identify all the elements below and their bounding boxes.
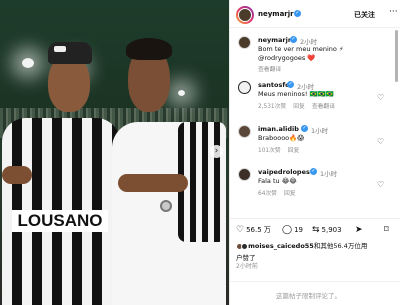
cap — [48, 42, 92, 64]
comment-meta: 101次赞 回复 — [258, 145, 306, 154]
repost-button[interactable]: ⇆ 5,903 — [312, 225, 342, 235]
commenter-username[interactable]: neymarjr — [258, 36, 291, 44]
arm — [2, 166, 32, 184]
comment-time: 1小时 — [320, 170, 338, 178]
comments-restricted-notice: 这篇帖子限制评论了。 — [276, 292, 341, 300]
comment-count: 19 — [294, 226, 303, 234]
commenter-avatar[interactable] — [238, 168, 251, 181]
repost-icon: ⇆ — [312, 225, 320, 235]
save-button[interactable]: ⌑ — [384, 225, 391, 235]
likes-count[interactable]: 64次赞 — [258, 191, 277, 197]
caption: neymarjr ✓ 2小时 Bom te ver meu menino ⚡ @… — [230, 36, 396, 73]
jersey-sponsor-logo: LOUSANO — [12, 210, 108, 232]
comment-input-area: 这篇帖子限制评论了。 — [230, 281, 400, 305]
more-options-icon[interactable]: ··· — [389, 7, 398, 17]
share-button[interactable]: ➤ — [355, 225, 365, 235]
next-photo-icon[interactable]: › — [210, 145, 223, 158]
verified-badge-icon: ✓ — [287, 81, 294, 88]
mention-link[interactable]: @rodrygogoes ❤️ — [258, 54, 315, 62]
post-actions-bar: ♡ 56.5 万 ◯ 19 ⇆ 5,903 ➤ ⌑ — [230, 218, 400, 238]
comment-meta: 2,531次赞 回复 查看翻译 — [258, 101, 342, 110]
like-button[interactable]: ♡ 56.5 万 — [236, 225, 271, 235]
verified-badge-icon: ✓ — [290, 36, 297, 43]
author-avatar[interactable] — [238, 8, 252, 22]
comment-item: iman.alidib ✓ 1小时 Braboooo🔥😱 101次赞 回复 ♡ — [230, 125, 396, 159]
arm — [118, 174, 188, 192]
commenter-username[interactable]: vaipedrolopes — [258, 168, 310, 176]
comments-list[interactable]: neymarjr ✓ 2小时 Bom te ver meu menino ⚡ @… — [230, 29, 396, 215]
heart-icon: ♡ — [236, 225, 245, 235]
like-count: 56.5 万 — [246, 226, 271, 234]
following-button[interactable]: 已关注 — [354, 10, 375, 20]
story-ring[interactable] — [236, 6, 254, 24]
post-photo[interactable]: LOUSANO › — [0, 0, 229, 305]
person-left: LOUSANO — [2, 40, 120, 305]
comment-text: Braboooo🔥😱 — [258, 134, 305, 142]
likes-count[interactable]: 2,531次赞 — [258, 104, 286, 110]
comment-text: Fala tu 😂😂 — [258, 177, 297, 185]
hair — [126, 38, 172, 60]
comment-text: Bom te ver meu menino ⚡ — [258, 45, 344, 53]
see-translation-link[interactable]: 查看翻译 — [258, 67, 281, 73]
likes-summary-text: 和其他56.4万位用 — [313, 242, 368, 250]
liker-username[interactable]: moises_caicedo55 — [248, 242, 314, 250]
comment-bubble-icon: ◯ — [282, 225, 293, 235]
commenter-avatar[interactable] — [238, 81, 251, 94]
commenter-username[interactable]: iman.alidib — [258, 125, 299, 133]
comment-meta: 64次赞 回复 — [258, 188, 303, 197]
likes-summary[interactable]: moises_caicedo55和其他56.4万位用 户赞了 — [236, 240, 396, 262]
comment-text: Meus meninos! 🇧🇷🇧🇷🇧🇷 — [258, 90, 334, 98]
comment-meta: 查看翻译 — [258, 64, 288, 73]
commenter-username[interactable]: santosfc — [258, 81, 289, 89]
post-panel: neymarjr ✓ 已关注 ··· neymarjr ✓ 2小时 Bom te… — [229, 0, 400, 305]
wristwatch — [160, 200, 172, 212]
share-count: 5,903 — [321, 226, 342, 234]
likes-count[interactable]: 101次赞 — [258, 148, 281, 154]
see-translation-link[interactable]: 查看翻译 — [312, 104, 335, 110]
comment-button[interactable]: ◯ 19 — [282, 225, 303, 235]
post-timestamp: 2小时前 — [236, 263, 258, 270]
instagram-post-view: LOUSANO › neymarjr ✓ 已关注 ··· neymarjr ✓ … — [0, 0, 400, 305]
reply-link[interactable]: 回复 — [284, 191, 296, 197]
bookmark-icon: ⌑ — [384, 225, 389, 235]
comment-item: santosfc ✓ 2小时 Meus meninos! 🇧🇷🇧🇷🇧🇷 2,53… — [230, 81, 396, 115]
commenter-avatar[interactable] — [238, 125, 251, 138]
reply-link[interactable]: 回复 — [293, 104, 305, 110]
likes-summary-text-cont: 户赞了 — [236, 254, 256, 262]
comment-time: 1小时 — [311, 127, 329, 135]
verified-badge-icon: ✓ — [310, 168, 317, 175]
liker-avatar — [241, 242, 248, 250]
verified-badge-icon: ✓ — [294, 10, 301, 17]
author-username[interactable]: neymarjr — [258, 10, 294, 18]
verified-badge-icon: ✓ — [301, 125, 308, 132]
like-comment-heart-icon[interactable]: ♡ — [377, 180, 384, 189]
reply-link[interactable]: 回复 — [288, 148, 300, 154]
striped-jersey: LOUSANO — [2, 118, 120, 305]
like-comment-heart-icon[interactable]: ♡ — [377, 137, 384, 146]
post-header: neymarjr ✓ 已关注 ··· — [230, 0, 400, 28]
person-right — [108, 36, 228, 305]
comments-scrollbar[interactable] — [395, 30, 398, 82]
commenter-avatar[interactable] — [238, 36, 251, 49]
like-comment-heart-icon[interactable]: ♡ — [377, 93, 384, 102]
comment-item: vaipedrolopes ✓ 1小时 Fala tu 😂😂 64次赞 回复 ♡ — [230, 168, 396, 202]
paper-plane-icon: ➤ — [355, 225, 363, 235]
